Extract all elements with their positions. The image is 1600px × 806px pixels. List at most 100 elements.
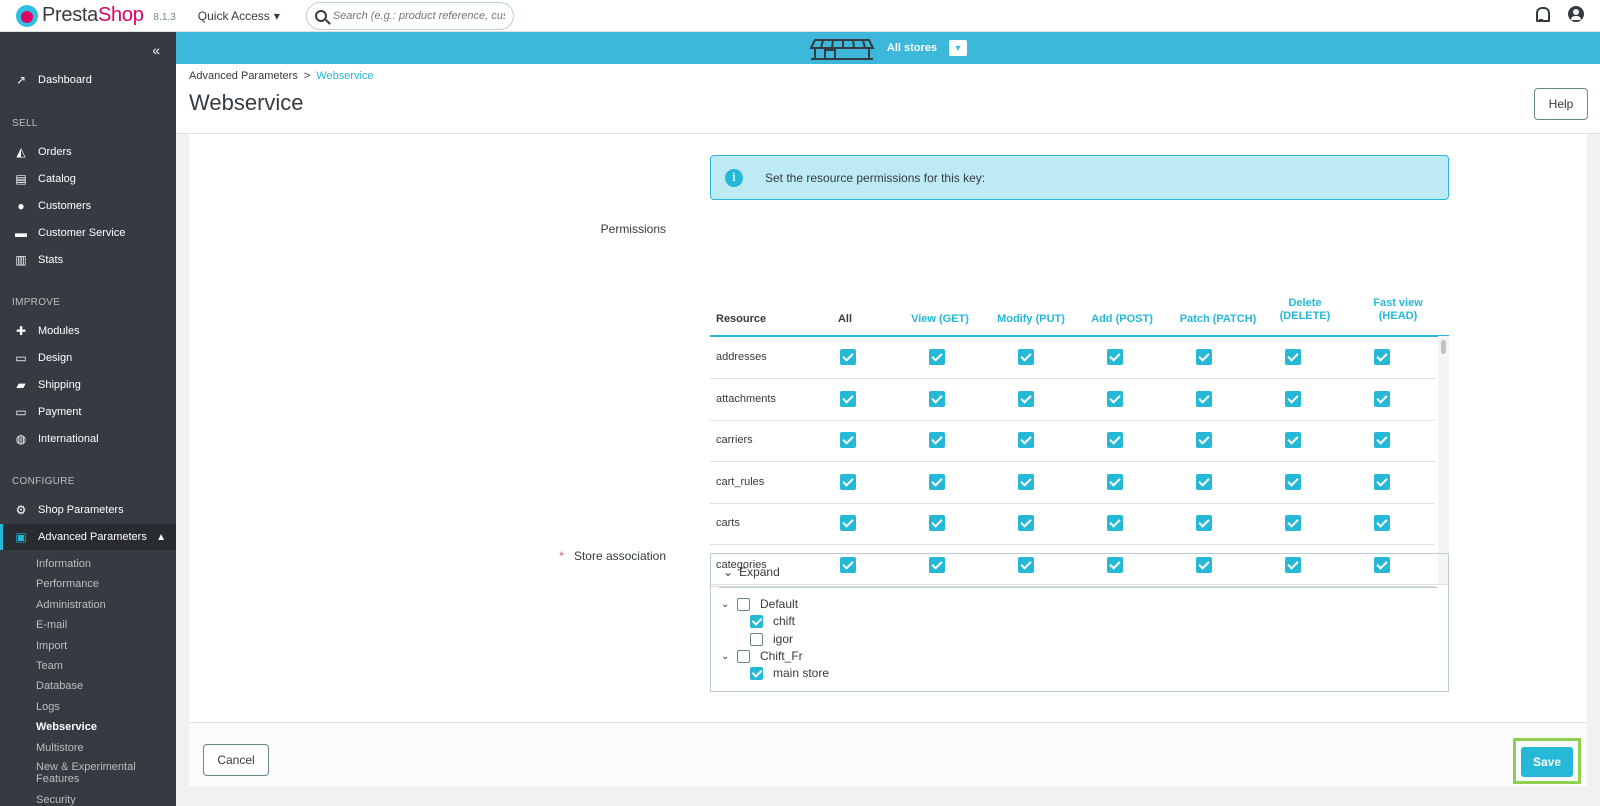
checkbox-default[interactable] xyxy=(737,597,750,611)
breadcrumb-parent[interactable]: Advanced Parameters xyxy=(189,70,298,82)
checkbox-main-store[interactable] xyxy=(750,666,763,680)
table-scrollbar[interactable] xyxy=(1438,336,1449,584)
sub-item-database[interactable]: Database xyxy=(36,680,146,692)
permission-checkbox[interactable] xyxy=(1107,349,1123,365)
sub-item-security[interactable]: Security xyxy=(36,794,146,806)
chevron-down-icon[interactable]: ⌄ xyxy=(721,651,733,662)
permission-checkbox[interactable] xyxy=(1018,349,1034,365)
permission-checkbox[interactable] xyxy=(840,432,856,448)
resource-name: carriers xyxy=(716,434,753,446)
search-box[interactable] xyxy=(305,1,514,30)
cancel-button[interactable]: Cancel xyxy=(203,744,269,776)
permission-checkbox[interactable] xyxy=(1285,432,1301,448)
permission-checkbox[interactable] xyxy=(929,390,945,407)
permission-checkbox[interactable] xyxy=(1107,432,1123,448)
permission-checkbox[interactable] xyxy=(1107,390,1123,407)
collapse-sidebar-icon[interactable]: « xyxy=(152,42,160,58)
notifications-bell-icon[interactable] xyxy=(1534,6,1550,22)
expand-toggle[interactable]: ⌄ Expand xyxy=(723,565,780,579)
sidebar-item-advanced-parameters[interactable]: ▣ Advanced Parameters ▲ xyxy=(0,524,176,550)
sidebar-item-modules[interactable]: ✚ Modules xyxy=(0,318,176,344)
permission-checkbox[interactable] xyxy=(1285,473,1301,490)
permission-checkbox[interactable] xyxy=(1196,473,1212,490)
sub-item-administration[interactable]: Administration xyxy=(36,599,146,611)
sidebar-item-payment[interactable]: ▭ Payment xyxy=(0,399,176,425)
store-selector-bar: All stores ▾ xyxy=(176,32,1600,64)
chevron-down-icon[interactable]: ⌄ xyxy=(721,599,733,610)
permission-checkbox[interactable] xyxy=(929,515,945,531)
tree-node-default[interactable]: ⌄ Default xyxy=(721,597,798,611)
sub-item-information[interactable]: Information xyxy=(36,558,146,570)
permission-checkbox[interactable] xyxy=(1196,390,1212,407)
tree-node-igor[interactable]: igor xyxy=(750,632,793,646)
sub-item-team[interactable]: Team xyxy=(36,660,146,672)
permission-checkbox[interactable] xyxy=(840,515,856,531)
sub-item-multistore[interactable]: Multistore xyxy=(36,742,146,754)
col-modify-put[interactable]: Modify (PUT) xyxy=(986,313,1076,326)
sub-item-logs[interactable]: Logs xyxy=(36,701,146,713)
user-account-icon[interactable] xyxy=(1568,6,1584,22)
sidebar-item-shop-parameters[interactable]: ⚙ Shop Parameters xyxy=(0,497,176,523)
col-delete[interactable]: Delete (DELETE) xyxy=(1265,297,1345,323)
logo[interactable]: PrestaShop xyxy=(16,4,144,27)
store-selector-label[interactable]: All stores xyxy=(887,42,937,54)
search-input[interactable] xyxy=(332,9,505,22)
permission-checkbox[interactable] xyxy=(840,473,856,490)
permission-checkbox[interactable] xyxy=(1107,515,1123,531)
tree-node-chift[interactable]: chift xyxy=(750,614,795,628)
help-button[interactable]: Help xyxy=(1534,88,1588,120)
quick-access-dropdown[interactable]: Quick Access ▾ xyxy=(198,9,280,23)
sidebar-item-design[interactable]: ▭ Design xyxy=(0,345,176,371)
section-improve: IMPROVE xyxy=(12,297,61,308)
sub-item-email[interactable]: E-mail xyxy=(36,619,146,631)
sub-item-webservice[interactable]: Webservice xyxy=(36,721,146,733)
sidebar-item-dashboard[interactable]: ↗ Dashboard xyxy=(0,67,176,93)
breadcrumb-current[interactable]: Webservice xyxy=(316,70,373,82)
col-view-get[interactable]: View (GET) xyxy=(895,313,985,326)
sub-item-new-experimental[interactable]: New & Experimental Features xyxy=(36,761,146,785)
col-fast-view-head[interactable]: Fast view (HEAD) xyxy=(1358,297,1438,323)
sidebar-item-customer-service[interactable]: ▬ Customer Service xyxy=(0,220,176,246)
permission-checkbox[interactable] xyxy=(1018,390,1034,407)
checkbox-chift[interactable] xyxy=(750,614,763,628)
permission-checkbox[interactable] xyxy=(1018,432,1034,448)
permission-checkbox[interactable] xyxy=(840,390,856,407)
sub-item-import[interactable]: Import xyxy=(36,640,146,652)
permission-checkbox[interactable] xyxy=(929,473,945,490)
sidebar-item-orders[interactable]: ◭ Orders xyxy=(0,139,176,165)
save-button[interactable]: Save xyxy=(1521,747,1573,777)
col-add-post[interactable]: Add (POST) xyxy=(1077,313,1167,326)
col-patch[interactable]: Patch (PATCH) xyxy=(1168,313,1268,326)
permission-checkbox[interactable] xyxy=(1374,432,1390,448)
store-dropdown-chevron-icon[interactable]: ▾ xyxy=(949,40,968,56)
permission-checkbox[interactable] xyxy=(1196,349,1212,365)
permission-checkbox[interactable] xyxy=(1285,390,1301,407)
permission-checkbox[interactable] xyxy=(929,432,945,448)
permission-checkbox[interactable] xyxy=(1018,515,1034,531)
tree-node-main-store[interactable]: main store xyxy=(750,666,829,680)
permission-checkbox[interactable] xyxy=(1285,349,1301,365)
sidebar-item-shipping[interactable]: ▰ Shipping xyxy=(0,372,176,398)
scrollbar-thumb[interactable] xyxy=(1441,340,1446,354)
table-row: carriers xyxy=(710,420,1435,462)
permission-checkbox[interactable] xyxy=(1374,473,1390,490)
permission-checkbox[interactable] xyxy=(1374,349,1390,365)
tree-node-chift-fr[interactable]: ⌄ Chift_Fr xyxy=(721,649,803,663)
permission-checkbox[interactable] xyxy=(840,349,856,365)
sidebar-item-international[interactable]: ◍ International xyxy=(0,426,176,452)
permission-checkbox[interactable] xyxy=(1018,473,1034,490)
permission-checkbox[interactable] xyxy=(1374,390,1390,407)
checkbox-igor[interactable] xyxy=(750,632,763,646)
permission-checkbox[interactable] xyxy=(1196,432,1212,448)
checkbox-chift-fr[interactable] xyxy=(737,649,750,663)
permission-checkbox[interactable] xyxy=(929,349,945,365)
permission-checkbox[interactable] xyxy=(1374,515,1390,531)
permission-checkbox[interactable] xyxy=(1196,515,1212,531)
permission-checkbox[interactable] xyxy=(1107,473,1123,490)
sidebar-item-stats[interactable]: ▥ Stats xyxy=(0,247,176,273)
caret-down-icon: ▾ xyxy=(273,8,280,23)
sub-item-performance[interactable]: Performance xyxy=(36,578,146,590)
sidebar-item-customers[interactable]: ● Customers xyxy=(0,193,176,219)
sidebar-item-catalog[interactable]: ▤ Catalog xyxy=(0,166,176,192)
permission-checkbox[interactable] xyxy=(1285,515,1301,531)
